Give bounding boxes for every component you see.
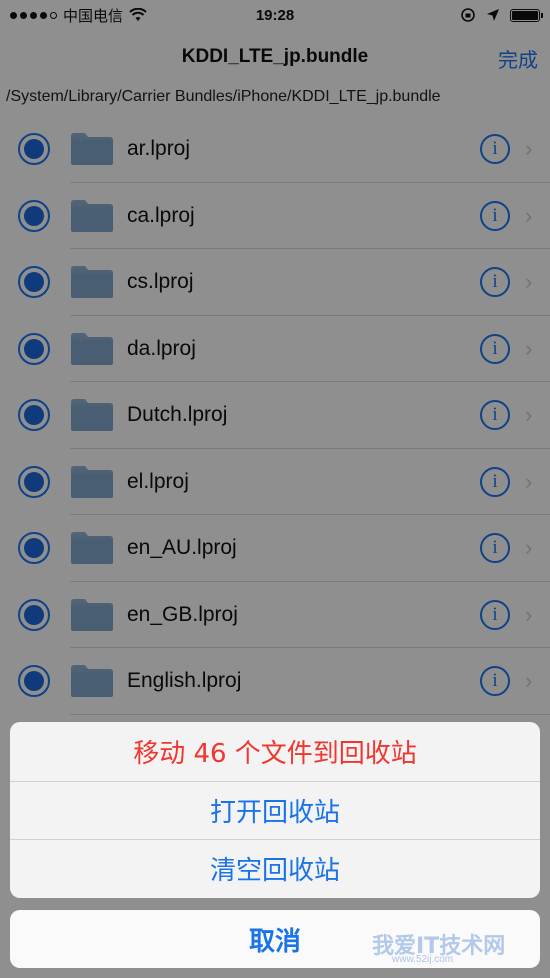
open-trash-button[interactable]: 打开回收站: [10, 780, 540, 840]
move-to-trash-button[interactable]: 移动 46 个文件到回收站: [10, 722, 540, 781]
action-sheet: 移动 46 个文件到回收站 打开回收站 清空回收站: [10, 722, 540, 898]
empty-trash-button[interactable]: 清空回收站: [10, 839, 540, 898]
watermark-url: www.52ij.com: [392, 954, 454, 965]
